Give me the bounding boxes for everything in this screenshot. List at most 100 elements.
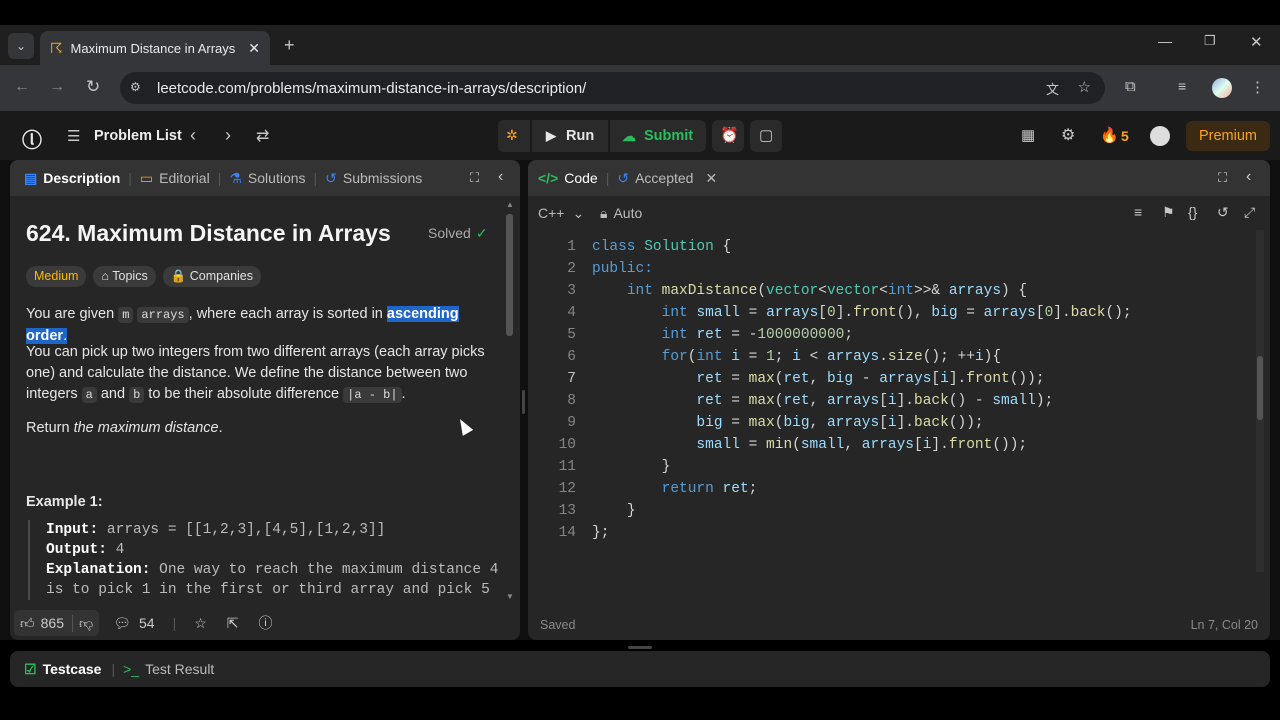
extensions-icon[interactable]: ⧉ (1125, 78, 1136, 95)
companies-label: Companies (189, 269, 254, 283)
minimize-icon[interactable]: — (1158, 33, 1172, 49)
next-problem-icon[interactable]: › (225, 125, 231, 146)
check-circle-icon: ✓ (475, 225, 488, 241)
scroll-down-icon[interactable]: ▼ (506, 592, 514, 601)
format-icon[interactable]: ≡ (1134, 204, 1142, 220)
problem-list-icon[interactable]: ☰ (67, 127, 80, 145)
auto-label: Auto (613, 205, 643, 221)
tab-editorial[interactable]: ▭ Editorial (132, 160, 218, 196)
close-tab-icon[interactable]: ✕ (705, 170, 717, 187)
notes-button[interactable]: ▢ (750, 120, 782, 152)
tab-code[interactable]: </> Code (528, 160, 606, 196)
vertical-resize-handle[interactable] (522, 390, 525, 414)
line-number: 12 (558, 481, 576, 497)
language-select[interactable]: C++ ⌄ (538, 205, 584, 222)
output-value: 4 (106, 542, 125, 558)
share-icon[interactable]: ⇱ (227, 615, 239, 632)
timer-button[interactable]: ⏰ (712, 120, 744, 152)
problem-list-link[interactable]: Problem List (94, 128, 182, 144)
description-scrollbar[interactable]: ▲ ▼ (504, 200, 516, 606)
close-window-icon[interactable]: ✕ (1250, 33, 1263, 51)
comment-count: 54 (139, 615, 155, 631)
tab-description[interactable]: ▤ Description (10, 160, 128, 196)
run-label: Run (566, 128, 595, 144)
tab-search-button[interactable]: ⌄ (8, 33, 34, 59)
tab-testcase[interactable]: ☑ Testcase (10, 661, 101, 678)
reset-icon[interactable]: ↺ (1217, 204, 1229, 221)
bug-icon: ✲ (506, 127, 518, 143)
new-tab-icon[interactable]: + (284, 35, 295, 56)
submit-button[interactable]: ☁ Submit (610, 120, 706, 152)
prev-problem-icon[interactable]: ‹ (190, 125, 196, 146)
line-number: 13 (558, 503, 576, 519)
run-button[interactable]: ▶ Run (532, 120, 608, 152)
code-editor[interactable]: 1 2 3 4 5 6 7 8 9 10 11 12 13 14 class Solution { pub… (528, 236, 1256, 576)
companies-chip[interactable]: 🔒 Companies (162, 266, 262, 287)
editor-scroll-thumb[interactable] (1257, 356, 1263, 420)
auto-mode[interactable]: 🔒︎ Auto (600, 205, 642, 222)
editor-scrollbar[interactable] (1256, 230, 1264, 572)
url-bar[interactable]: ⚙ leetcode.com/problems/maximum-distance… (120, 72, 1105, 104)
scroll-up-icon[interactable]: ▲ (506, 200, 514, 209)
premium-button[interactable]: Premium (1186, 121, 1270, 151)
leetcode-header: ⓛ ☰ Problem List ‹ › ⇄ ✲ ▶ Run ☁ Submit … (0, 111, 1280, 161)
close-tab-icon[interactable]: ✕ (248, 40, 260, 57)
tab-accepted[interactable]: ↺ Accepted ✕ (609, 160, 725, 196)
bookmark-icon[interactable]: ⚑ (1162, 204, 1175, 221)
tab-solutions-label: Solutions (247, 170, 306, 186)
description-panel: ▤ Description | ▭ Editorial | ⚗ Solution… (10, 160, 520, 640)
bookmark-star-icon[interactable]: ☆ (1078, 78, 1091, 96)
code-line: int small = arrays[0].front(), big = arr… (661, 305, 1132, 321)
favorite-star-icon[interactable]: ☆ (194, 615, 207, 632)
chevron-down-icon: ⌄ (572, 205, 585, 221)
code-panel: </> Code | ↺ Accepted ✕ ⛶ ‹ C++ ⌄ 🔒︎ Aut… (528, 160, 1270, 640)
translate-icon[interactable]: 文 (1046, 79, 1059, 98)
leetcode-logo-icon[interactable]: ⓛ (22, 124, 42, 153)
shuffle-icon[interactable]: ⇄ (256, 126, 269, 146)
layout-icon[interactable]: ▦ (1021, 126, 1035, 144)
p2-text-b: to be their absolute difference (144, 386, 344, 402)
saved-status: Saved (540, 618, 576, 632)
topics-chip[interactable]: ⌂ Topics (93, 266, 156, 287)
output-label: Output: (46, 542, 107, 558)
vote-group: 👍︎ 865 👎︎ (14, 610, 100, 636)
fullscreen-icon[interactable]: ⛶ (1218, 170, 1227, 186)
tab-solutions[interactable]: ⚗ Solutions (221, 160, 313, 196)
code-line: for(int i = 1; i < arrays.size(); ++i){ (661, 349, 1002, 365)
media-icon[interactable]: ≡ (1178, 78, 1186, 94)
collapse-panel-icon[interactable]: ‹ (1246, 168, 1251, 186)
explanation-value-2: is to pick 1 in the first or third array… (46, 582, 490, 598)
profile-avatar[interactable] (1212, 78, 1232, 98)
code-tabs: </> Code | ↺ Accepted ✕ ⛶ ‹ (528, 160, 1270, 196)
code-line: big = max(big, arrays[i].back()); (696, 415, 984, 431)
code-line: small = min(small, arrays[i].front()); (696, 437, 1028, 453)
fullscreen-icon[interactable]: ⛶ (470, 170, 479, 186)
cursor-position: Ln 7, Col 20 (1190, 618, 1258, 632)
tab-submissions[interactable]: ↺ Submissions (317, 160, 430, 196)
comment-icon[interactable]: 💬︎ (113, 615, 131, 632)
site-info-icon[interactable]: ⚙ (130, 80, 141, 94)
streak-fire-icon[interactable]: 🔥 (1100, 126, 1119, 144)
debugger-button[interactable]: ✲ (498, 120, 530, 152)
expand-icon[interactable]: ⤢ (1244, 204, 1255, 221)
scroll-thumb[interactable] (506, 214, 513, 336)
settings-gear-icon[interactable]: ⚙ (1061, 125, 1075, 145)
reload-icon[interactable]: ↻ (86, 77, 100, 97)
thumbs-down-icon[interactable]: 👎︎ (72, 614, 99, 632)
thumbs-up-icon[interactable]: 👍︎ (14, 615, 41, 632)
user-avatar[interactable] (1150, 126, 1170, 146)
tab-test-result[interactable]: >_ Test Result (115, 661, 214, 677)
code-line: } (661, 459, 671, 475)
restore-icon[interactable]: ❐ (1204, 33, 1216, 49)
braces-icon[interactable]: {} (1188, 204, 1197, 220)
help-icon[interactable]: ⓘ (259, 613, 273, 633)
forward-icon[interactable]: → (49, 78, 65, 96)
difficulty-badge: Medium (26, 266, 87, 287)
line-number: 11 (558, 459, 576, 475)
collapse-panel-icon[interactable]: ‹ (498, 168, 503, 186)
back-icon[interactable]: ← (14, 78, 30, 96)
description-paragraph-1: You are given m arrays, where each array… (26, 304, 496, 347)
browser-tab[interactable]: ☈ Maximum Distance in Arrays ✕ (40, 31, 270, 65)
browser-menu-icon[interactable]: ⋮ (1250, 78, 1265, 96)
horizontal-resize-handle[interactable] (628, 646, 652, 649)
